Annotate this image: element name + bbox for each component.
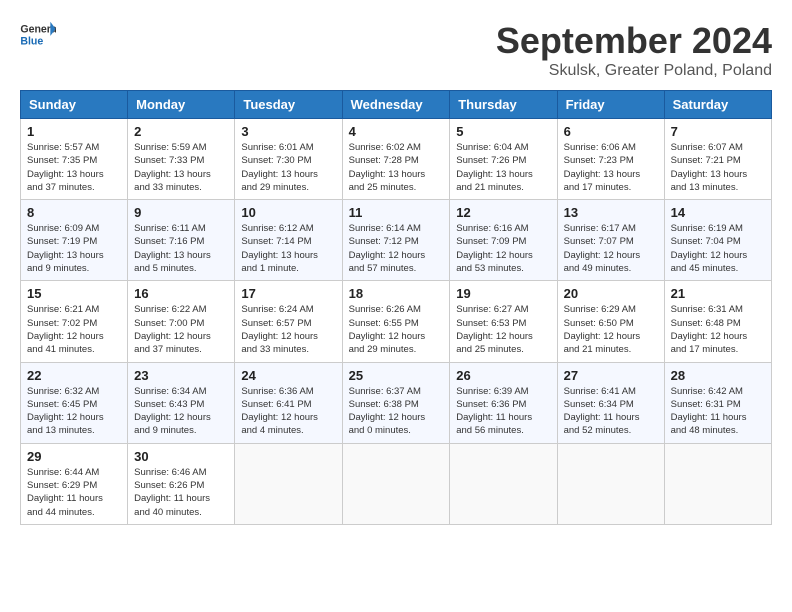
- calendar-week-5: 29 Sunrise: 6:44 AMSunset: 6:29 PMDaylig…: [21, 443, 772, 524]
- empty-cell-4: [557, 443, 664, 524]
- month-title: September 2024: [496, 20, 772, 62]
- day-24: 24 Sunrise: 6:36 AMSunset: 6:41 PMDaylig…: [235, 362, 342, 443]
- calendar-header-row: Sunday Monday Tuesday Wednesday Thursday…: [21, 91, 772, 119]
- day-8: 8 Sunrise: 6:09 AMSunset: 7:19 PMDayligh…: [21, 200, 128, 281]
- day-5: 5 Sunrise: 6:04 AMSunset: 7:26 PMDayligh…: [450, 119, 557, 200]
- day-30: 30 Sunrise: 6:46 AMSunset: 6:26 PMDaylig…: [128, 443, 235, 524]
- col-friday: Friday: [557, 91, 664, 119]
- day-6: 6 Sunrise: 6:06 AMSunset: 7:23 PMDayligh…: [557, 119, 664, 200]
- day-7: 7 Sunrise: 6:07 AMSunset: 7:21 PMDayligh…: [664, 119, 771, 200]
- day-9: 9 Sunrise: 6:11 AMSunset: 7:16 PMDayligh…: [128, 200, 235, 281]
- col-wednesday: Wednesday: [342, 91, 450, 119]
- day-27: 27 Sunrise: 6:41 AMSunset: 6:34 PMDaylig…: [557, 362, 664, 443]
- col-monday: Monday: [128, 91, 235, 119]
- calendar-week-4: 22 Sunrise: 6:32 AMSunset: 6:45 PMDaylig…: [21, 362, 772, 443]
- day-1: 1 Sunrise: 5:57 AMSunset: 7:35 PMDayligh…: [21, 119, 128, 200]
- day-19: 19 Sunrise: 6:27 AMSunset: 6:53 PMDaylig…: [450, 281, 557, 362]
- day-2: 2 Sunrise: 5:59 AMSunset: 7:33 PMDayligh…: [128, 119, 235, 200]
- location: Skulsk, Greater Poland, Poland: [496, 62, 772, 80]
- day-23: 23 Sunrise: 6:34 AMSunset: 6:43 PMDaylig…: [128, 362, 235, 443]
- page-container: General Blue September 2024 Skulsk, Grea…: [20, 20, 772, 525]
- calendar-table: Sunday Monday Tuesday Wednesday Thursday…: [20, 90, 772, 525]
- page-header: General Blue September 2024 Skulsk, Grea…: [20, 20, 772, 80]
- empty-cell-3: [450, 443, 557, 524]
- col-sunday: Sunday: [21, 91, 128, 119]
- title-section: September 2024 Skulsk, Greater Poland, P…: [496, 20, 772, 80]
- day-14: 14 Sunrise: 6:19 AMSunset: 7:04 PMDaylig…: [664, 200, 771, 281]
- day-3: 3 Sunrise: 6:01 AMSunset: 7:30 PMDayligh…: [235, 119, 342, 200]
- day-28: 28 Sunrise: 6:42 AMSunset: 6:31 PMDaylig…: [664, 362, 771, 443]
- day-11: 11 Sunrise: 6:14 AMSunset: 7:12 PMDaylig…: [342, 200, 450, 281]
- col-thursday: Thursday: [450, 91, 557, 119]
- empty-cell-2: [342, 443, 450, 524]
- day-25: 25 Sunrise: 6:37 AMSunset: 6:38 PMDaylig…: [342, 362, 450, 443]
- col-tuesday: Tuesday: [235, 91, 342, 119]
- col-saturday: Saturday: [664, 91, 771, 119]
- day-16: 16 Sunrise: 6:22 AMSunset: 7:00 PMDaylig…: [128, 281, 235, 362]
- day-4: 4 Sunrise: 6:02 AMSunset: 7:28 PMDayligh…: [342, 119, 450, 200]
- calendar-week-3: 15 Sunrise: 6:21 AMSunset: 7:02 PMDaylig…: [21, 281, 772, 362]
- day-13: 13 Sunrise: 6:17 AMSunset: 7:07 PMDaylig…: [557, 200, 664, 281]
- svg-text:Blue: Blue: [20, 36, 43, 48]
- day-20: 20 Sunrise: 6:29 AMSunset: 6:50 PMDaylig…: [557, 281, 664, 362]
- calendar-week-2: 8 Sunrise: 6:09 AMSunset: 7:19 PMDayligh…: [21, 200, 772, 281]
- day-29: 29 Sunrise: 6:44 AMSunset: 6:29 PMDaylig…: [21, 443, 128, 524]
- day-17: 17 Sunrise: 6:24 AMSunset: 6:57 PMDaylig…: [235, 281, 342, 362]
- calendar-week-1: 1 Sunrise: 5:57 AMSunset: 7:35 PMDayligh…: [21, 119, 772, 200]
- day-12: 12 Sunrise: 6:16 AMSunset: 7:09 PMDaylig…: [450, 200, 557, 281]
- day-10: 10 Sunrise: 6:12 AMSunset: 7:14 PMDaylig…: [235, 200, 342, 281]
- day-26: 26 Sunrise: 6:39 AMSunset: 6:36 PMDaylig…: [450, 362, 557, 443]
- day-21: 21 Sunrise: 6:31 AMSunset: 6:48 PMDaylig…: [664, 281, 771, 362]
- empty-cell-5: [664, 443, 771, 524]
- logo: General Blue: [20, 20, 56, 50]
- day-15: 15 Sunrise: 6:21 AMSunset: 7:02 PMDaylig…: [21, 281, 128, 362]
- empty-cell-1: [235, 443, 342, 524]
- day-18: 18 Sunrise: 6:26 AMSunset: 6:55 PMDaylig…: [342, 281, 450, 362]
- day-22: 22 Sunrise: 6:32 AMSunset: 6:45 PMDaylig…: [21, 362, 128, 443]
- logo-icon: General Blue: [20, 20, 56, 50]
